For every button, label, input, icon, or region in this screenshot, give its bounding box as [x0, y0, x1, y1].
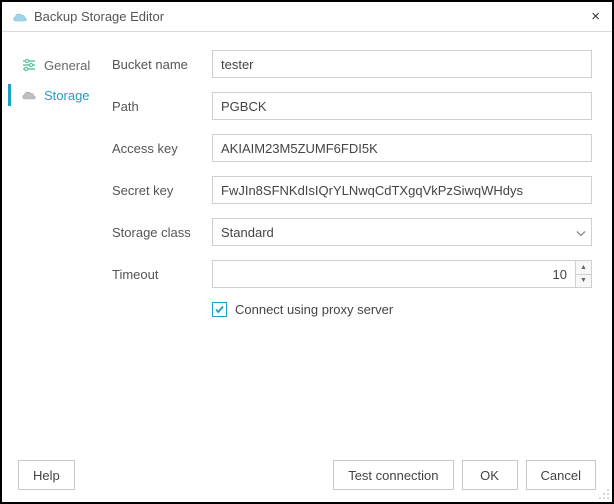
help-button[interactable]: Help	[18, 460, 75, 490]
storage-class-label: Storage class	[112, 225, 212, 240]
row-bucket: Bucket name	[112, 50, 592, 78]
bucket-label: Bucket name	[112, 57, 212, 72]
titlebar: Backup Storage Editor ×	[2, 2, 612, 32]
bucket-input[interactable]	[212, 50, 592, 78]
access-key-input[interactable]	[212, 134, 592, 162]
proxy-checkbox[interactable]	[212, 302, 227, 317]
form: Bucket name Path Access key Secret key S…	[112, 32, 612, 448]
sidebar-item-label: General	[44, 58, 90, 73]
timeout-input[interactable]	[212, 260, 592, 288]
proxy-label: Connect using proxy server	[235, 302, 393, 317]
path-input[interactable]	[212, 92, 592, 120]
row-access: Access key	[112, 134, 592, 162]
sidebar-item-label: Storage	[44, 88, 90, 103]
row-storage-class: Storage class	[112, 218, 592, 246]
row-path: Path	[112, 92, 592, 120]
check-icon	[214, 304, 225, 315]
spin-down-icon[interactable]: ▼	[576, 275, 591, 288]
sidebar-item-storage[interactable]: Storage	[2, 80, 112, 110]
timeout-stepper[interactable]: ▲ ▼	[212, 260, 592, 288]
cloud-icon	[12, 11, 28, 23]
storage-class-value[interactable]	[212, 218, 592, 246]
secret-key-input[interactable]	[212, 176, 592, 204]
test-connection-button[interactable]: Test connection	[333, 460, 453, 490]
footer: Help Test connection OK Cancel	[2, 448, 612, 502]
row-secret: Secret key	[112, 176, 592, 204]
ok-button[interactable]: OK	[462, 460, 518, 490]
secret-label: Secret key	[112, 183, 212, 198]
timeout-label: Timeout	[112, 267, 212, 282]
sidebar-item-general[interactable]: General	[2, 50, 112, 80]
body: General Storage Bucket name Path	[2, 32, 612, 448]
close-icon[interactable]: ×	[587, 9, 604, 24]
window: Backup Storage Editor × General	[0, 0, 614, 504]
row-timeout: Timeout ▲ ▼	[112, 260, 592, 288]
cloud-icon	[20, 89, 38, 101]
storage-class-select[interactable]	[212, 218, 592, 246]
row-proxy: Connect using proxy server	[212, 302, 592, 317]
spin-up-icon[interactable]: ▲	[576, 261, 591, 275]
spinner-buttons: ▲ ▼	[575, 261, 591, 287]
sliders-icon	[20, 58, 38, 72]
cancel-button[interactable]: Cancel	[526, 460, 596, 490]
path-label: Path	[112, 99, 212, 114]
access-label: Access key	[112, 141, 212, 156]
sidebar: General Storage	[2, 32, 112, 448]
window-title: Backup Storage Editor	[34, 9, 587, 24]
